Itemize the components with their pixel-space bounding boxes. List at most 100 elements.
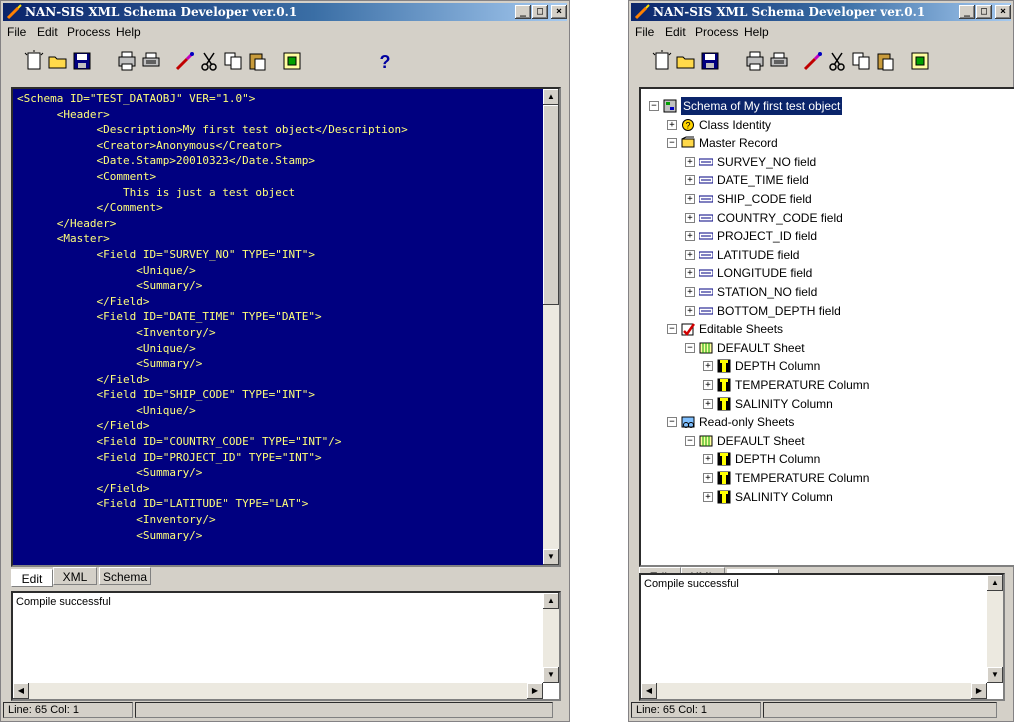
scroll-down-icon[interactable]: ▼ xyxy=(987,667,1003,683)
new-button[interactable] xyxy=(22,49,46,73)
tree-node-label: STATION_NO field xyxy=(717,285,818,299)
copy-icon xyxy=(221,52,245,76)
print-button[interactable] xyxy=(139,49,163,73)
expander-icon[interactable]: + xyxy=(685,249,695,260)
menu-help[interactable]: Help xyxy=(744,25,769,39)
message-scrollbar[interactable]: ▲ ▼ xyxy=(987,575,1003,683)
tree-node-label: Read-only Sheets xyxy=(699,415,795,430)
menu-process[interactable]: Process xyxy=(695,25,738,39)
toolbar: ? xyxy=(3,46,567,76)
column-icon xyxy=(717,359,731,373)
editor-scrollbar[interactable]: ▲ ▼ xyxy=(543,89,559,565)
tree-node-label: Editable Sheets xyxy=(699,322,784,337)
compile-button[interactable] xyxy=(173,49,197,73)
save-icon xyxy=(698,52,722,76)
scroll-down-icon[interactable]: ▼ xyxy=(543,667,559,683)
expander-icon[interactable]: + xyxy=(685,194,695,204)
message-scrollbar[interactable]: ▲ ▼ xyxy=(543,593,559,683)
expander-icon[interactable]: + xyxy=(685,212,695,223)
menu-process[interactable]: Process xyxy=(67,25,110,39)
message-hscrollbar[interactable]: ◀ ▶ xyxy=(641,683,987,699)
code-line: <Summary/> xyxy=(17,466,203,480)
tree-node-label: DATE_TIME field xyxy=(717,173,809,188)
copy-button[interactable] xyxy=(849,49,873,73)
code-line: <Schema ID="TEST_DATAOBJ" VER="1.0"> xyxy=(17,92,256,105)
tree-node-label: SALINITY Column xyxy=(735,489,833,504)
scroll-down-icon[interactable]: ▼ xyxy=(543,549,559,565)
expander-icon[interactable]: + xyxy=(685,231,695,242)
editable-sheets-icon xyxy=(681,322,696,337)
expander-icon[interactable]: + xyxy=(685,287,695,297)
minimize-button[interactable]: _ xyxy=(515,5,531,19)
scroll-right-icon[interactable]: ▶ xyxy=(527,683,543,699)
cut-icon xyxy=(197,52,221,76)
maximize-button[interactable]: □ xyxy=(532,5,548,19)
expander-icon[interactable]: + xyxy=(703,491,713,502)
expander-icon[interactable]: + xyxy=(703,454,713,465)
schema-tree[interactable]: − Schema of My first test object +? Class I… xyxy=(639,87,1014,567)
save-button[interactable] xyxy=(70,49,94,73)
expander-icon[interactable]: − xyxy=(685,342,695,353)
expander-icon[interactable]: − xyxy=(685,435,695,446)
print-button[interactable] xyxy=(767,49,791,73)
scroll-left-icon[interactable]: ◀ xyxy=(641,683,657,699)
cut-button[interactable] xyxy=(825,49,849,73)
scroll-right-icon[interactable]: ▶ xyxy=(971,683,987,699)
xml-editor[interactable]: <Schema ID="TEST_DATAOBJ" VER="1.0"> <He… xyxy=(11,87,561,567)
properties-button[interactable] xyxy=(908,49,932,73)
expander-icon[interactable]: + xyxy=(703,361,713,372)
open-button[interactable] xyxy=(46,49,70,73)
code-line: <Field ID="COUNTRY_CODE" TYPE="INT"/> xyxy=(17,435,342,449)
expander-icon[interactable]: + xyxy=(703,473,713,483)
cut-button[interactable] xyxy=(197,49,221,73)
expander-icon[interactable]: − xyxy=(649,101,659,111)
expander-icon[interactable]: − xyxy=(667,417,677,428)
copy-button[interactable] xyxy=(221,49,245,73)
menu-file[interactable]: File xyxy=(635,25,654,39)
expander-icon[interactable]: + xyxy=(685,175,695,186)
new-button[interactable] xyxy=(650,49,674,73)
close-button[interactable]: × xyxy=(995,5,1011,19)
scroll-up-icon[interactable]: ▲ xyxy=(543,593,559,609)
maximize-button[interactable]: □ xyxy=(976,5,992,19)
cut-icon xyxy=(825,52,849,76)
close-button[interactable]: × xyxy=(551,5,567,19)
expander-icon[interactable]: + xyxy=(667,119,677,130)
expander-icon[interactable]: − xyxy=(667,324,677,335)
open-button[interactable] xyxy=(674,49,698,73)
expander-icon[interactable]: + xyxy=(703,398,713,409)
title-bar[interactable]: NAN-SIS XML Schema Developer ver.0.1 _ □ × xyxy=(3,3,567,21)
minimize-button[interactable]: _ xyxy=(959,5,975,19)
tab-schema[interactable]: Schema xyxy=(99,567,151,585)
paste-button[interactable] xyxy=(873,49,897,73)
title-bar[interactable]: NAN-SIS XML Schema Developer ver.0.1 _ □ × xyxy=(631,3,1011,21)
scroll-thumb[interactable] xyxy=(543,105,559,305)
compile-button[interactable] xyxy=(801,49,825,73)
menu-edit[interactable]: Edit xyxy=(37,25,58,39)
expander-icon[interactable]: − xyxy=(667,138,677,149)
print-preview-button[interactable] xyxy=(115,49,139,73)
tree-node-label: LATITUDE field xyxy=(717,247,800,262)
print-preview-button[interactable] xyxy=(743,49,767,73)
code-line: </Field> xyxy=(17,294,150,308)
expander-icon[interactable]: + xyxy=(685,268,695,279)
tree-node-label: DEPTH Column xyxy=(735,452,821,467)
menu-file[interactable]: File xyxy=(7,25,26,39)
tab-xml[interactable]: XML xyxy=(53,567,97,585)
tab-edit[interactable]: Edit xyxy=(11,569,53,587)
save-button[interactable] xyxy=(698,49,722,73)
expander-icon[interactable]: + xyxy=(703,380,713,390)
menu-help[interactable]: Help xyxy=(116,25,141,39)
menu-edit[interactable]: Edit xyxy=(665,25,686,39)
scroll-up-icon[interactable]: ▲ xyxy=(543,89,559,105)
expander-icon[interactable]: + xyxy=(685,156,695,167)
code-line: <Master> xyxy=(17,232,110,246)
properties-button[interactable] xyxy=(280,49,304,73)
scroll-left-icon[interactable]: ◀ xyxy=(13,683,29,699)
help-button[interactable]: ? xyxy=(373,49,397,73)
scroll-up-icon[interactable]: ▲ xyxy=(987,575,1003,591)
print-icon xyxy=(767,52,791,76)
expander-icon[interactable]: + xyxy=(685,305,695,316)
message-hscrollbar[interactable]: ◀ ▶ xyxy=(13,683,543,699)
paste-button[interactable] xyxy=(245,49,269,73)
